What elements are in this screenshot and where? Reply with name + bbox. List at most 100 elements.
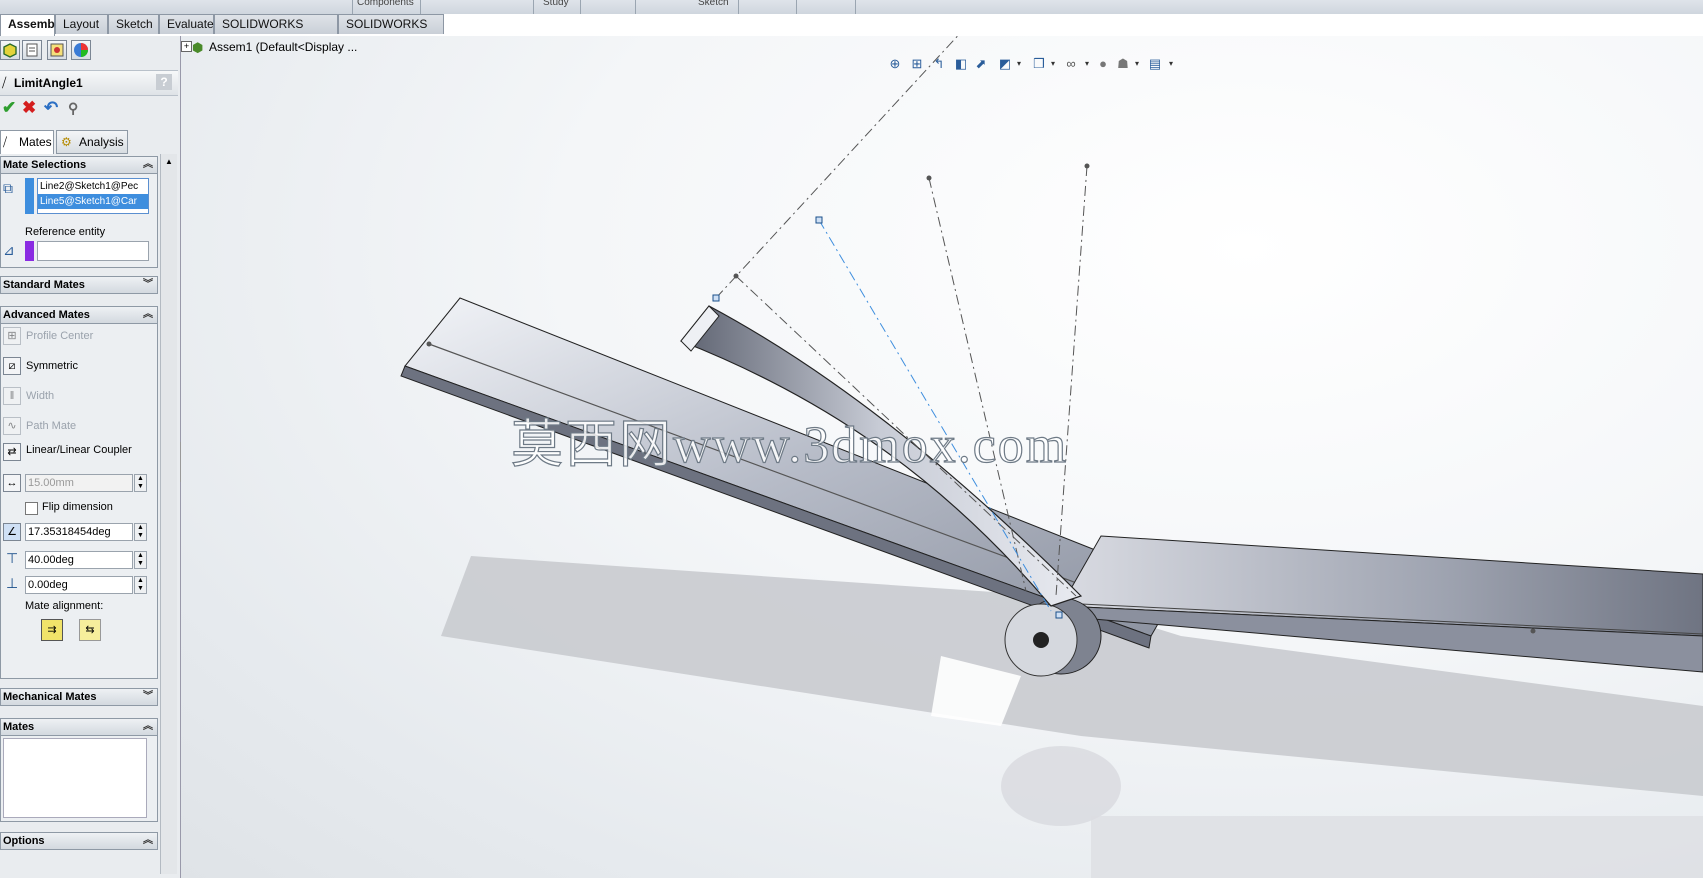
tab-layout[interactable]: Layout [55, 14, 108, 34]
angle-icon: ∠ [3, 523, 21, 541]
undo-icon[interactable]: ↶ [44, 98, 58, 118]
maximum-value-icon: ⊤ [6, 550, 19, 566]
selected-entity[interactable]: Line5@Sketch1@Car [38, 194, 148, 209]
limit-angle-icon: ⧸ [2, 75, 7, 90]
tab-evaluate[interactable]: Evaluate [159, 14, 214, 34]
ribbon-separator [352, 0, 353, 14]
minimum-value-spinner[interactable]: ▲ ▼ [134, 576, 147, 594]
standard-mates-label: Standard Mates [3, 279, 85, 291]
standard-mates-header[interactable]: Standard Mates ︾ [0, 276, 158, 294]
flip-dimension-checkbox[interactable] [25, 502, 38, 515]
mechanical-mates-header[interactable]: Mechanical Mates ︾ [0, 688, 158, 706]
command-tab-bar: Assembly Layout Sketch Evaluate SOLIDWOR… [0, 14, 1703, 50]
tab-sketch[interactable]: Sketch [108, 14, 159, 34]
advanced-mates-body: ⊞ Profile Center ⧄ Symmetric ‖ Width ∿ P… [0, 324, 158, 679]
linear-coupler-option[interactable]: ⇄ Linear/Linear Coupler [1, 442, 157, 464]
paperclip-icon: ⧸ [3, 135, 8, 149]
ribbon-separator [420, 0, 421, 14]
collapse-chevron-icon[interactable]: ︽ [143, 719, 153, 735]
mates-listbox[interactable] [3, 738, 147, 818]
mate-selections-label: Mate Selections [3, 159, 87, 171]
selected-entity[interactable]: Line2@Sketch1@Pec [38, 179, 148, 194]
symmetric-icon: ⧄ [3, 357, 21, 375]
tab-mates[interactable]: ⧸ Mates [0, 130, 54, 154]
tab-assembly[interactable]: Assembly [0, 14, 65, 36]
path-mate-label: Path Mate [26, 420, 77, 432]
command-manager-strip: Components Study Sketch [0, 0, 1703, 15]
property-manager-header: ⧸ LimitAngle1 ? [0, 70, 178, 96]
ok-check-icon[interactable]: ✔ [2, 98, 16, 118]
ribbon-separator [855, 0, 856, 14]
width-label: Width [26, 390, 55, 402]
reference-entity-field[interactable] [37, 241, 149, 261]
reference-entity-label: Reference entity [25, 226, 106, 238]
expand-chevron-icon[interactable]: ︾ [143, 277, 153, 293]
options-label: Options [3, 835, 45, 847]
reference-entity-icon: ⊿ [3, 242, 15, 258]
scroll-up-arrow-icon[interactable]: ▲ [161, 154, 177, 170]
collapse-chevron-icon[interactable]: ︽ [143, 833, 153, 849]
linear-coupler-label: Linear/Linear Coupler [26, 444, 132, 456]
advanced-mates-header[interactable]: Advanced Mates ︽ [0, 306, 158, 324]
anti-aligned-button[interactable]: ⇆ [79, 619, 101, 641]
mate-selections-body: ⧉ Line2@Sketch1@Pec Line5@Sketch1@Car Re… [0, 174, 158, 268]
aligned-button[interactable]: ⇉ [41, 619, 63, 641]
panel-scrollbar[interactable]: ▲ [160, 154, 177, 874]
tab-analysis-label: Analysis [79, 135, 124, 149]
mates-list-label: Mates [3, 721, 35, 733]
configuration-manager-icon[interactable] [47, 40, 67, 60]
tab-addins[interactable]: SOLIDWORKS Add-Ins [214, 14, 338, 50]
watermark-text: 莫西网www.3dmox.com [510, 416, 1069, 474]
maximum-value-field[interactable]: 40.00deg [25, 551, 133, 569]
ribbon-separator [796, 0, 797, 14]
minimum-value-field[interactable]: 0.00deg [25, 576, 133, 594]
mate-selections-header[interactable]: Mate Selections ︽ [0, 156, 158, 174]
property-manager-panel: ⧸ LimitAngle1 ? ✔ ✖ ↶ ⚲ ⧸ Mates ⚙ Analys… [0, 36, 181, 878]
entities-to-mate-list[interactable]: Line2@Sketch1@Pec Line5@Sketch1@Car [37, 178, 149, 214]
width-icon: ‖ [3, 387, 21, 405]
linear-coupler-icon: ⇄ [3, 443, 21, 461]
advanced-mates-label: Advanced Mates [3, 309, 90, 321]
help-button[interactable]: ? [156, 74, 172, 90]
mate-alignment-label: Mate alignment: [25, 600, 104, 612]
maximum-value-spinner[interactable]: ▲ ▼ [134, 551, 147, 569]
cancel-x-icon[interactable]: ✖ [22, 98, 36, 118]
ribbon-group-study[interactable]: Study [543, 0, 569, 8]
mechanical-mates-label: Mechanical Mates [3, 691, 97, 703]
collapse-chevron-icon[interactable]: ︽ [143, 307, 153, 323]
selection-faces-icon: ⧉ [3, 180, 13, 196]
angle-spinner[interactable]: ▲ ▼ [134, 523, 147, 541]
ribbon-separator [738, 0, 739, 14]
mates-list-header[interactable]: Mates ︽ [0, 718, 158, 736]
tab-analysis[interactable]: ⚙ Analysis [56, 130, 128, 154]
feature-manager-icon[interactable] [0, 40, 20, 60]
flip-dimension-label: Flip dimension [42, 501, 113, 513]
analysis-icon: ⚙ [61, 135, 72, 149]
ribbon-separator [580, 0, 581, 14]
options-header[interactable]: Options ︽ [0, 832, 158, 850]
symmetric-option[interactable]: ⧄ Symmetric [1, 356, 157, 378]
path-mate-option[interactable]: ∿ Path Mate [1, 416, 157, 438]
profile-center-label: Profile Center [26, 330, 94, 342]
page-title: LimitAngle1 [14, 76, 83, 90]
profile-center-option[interactable]: ⊞ Profile Center [1, 326, 157, 348]
property-manager-icon[interactable] [22, 40, 42, 60]
width-option[interactable]: ‖ Width [1, 386, 157, 408]
reference-color-swatch [25, 241, 34, 261]
mates-list-body [0, 736, 158, 822]
tab-mates-label: Mates [19, 135, 52, 149]
pin-icon[interactable]: ⚲ [68, 100, 78, 117]
distance-field[interactable]: 15.00mm [25, 474, 133, 492]
path-mate-icon: ∿ [3, 417, 21, 435]
expand-chevron-icon[interactable]: ︾ [143, 689, 153, 705]
graphics-area[interactable]: + ⬢ Assem1 (Default<Display ... ⊕ ⊞ ↰ ◧ … [181, 36, 1703, 878]
ribbon-group-sketch[interactable]: Sketch [698, 0, 729, 8]
collapse-chevron-icon[interactable]: ︽ [143, 157, 153, 173]
symmetric-label: Symmetric [26, 360, 78, 372]
distance-spinner[interactable]: ▲ ▼ [134, 474, 147, 492]
angle-field[interactable]: 17.35318454deg [25, 523, 133, 541]
ribbon-group-components[interactable]: Components [357, 0, 414, 8]
ribbon-separator [635, 0, 636, 14]
tab-mbd[interactable]: SOLIDWORKS MBD [338, 14, 444, 50]
appearance-manager-icon[interactable] [71, 40, 91, 60]
